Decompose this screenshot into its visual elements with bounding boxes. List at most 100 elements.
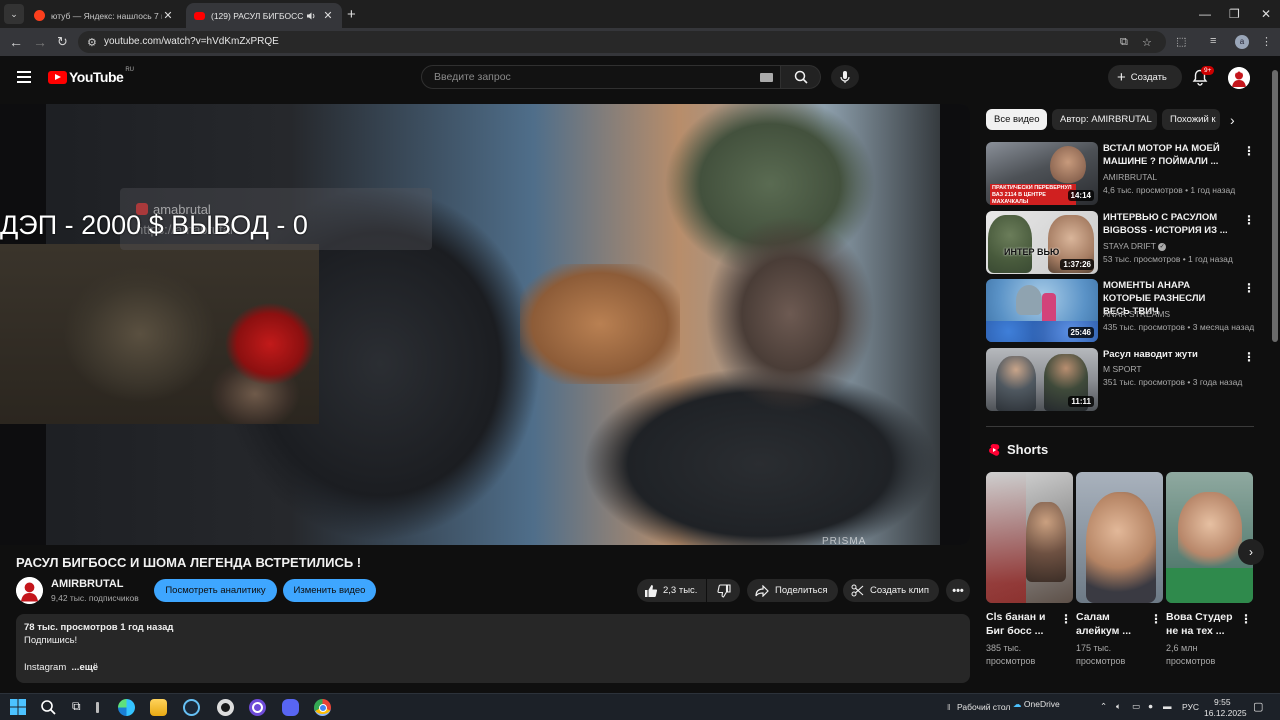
site-info-icon[interactable]: ⚙ (87, 36, 97, 49)
create-clip-button[interactable]: Создать клип (843, 579, 939, 602)
speaker-icon[interactable]: 🔈︎ (1116, 701, 1121, 712)
short-item[interactable]: Салам алейкум ... 175 тыс. просмотров ⋮ (1076, 472, 1163, 666)
recommendation-channel[interactable]: ANAR STREAMS (1103, 309, 1170, 319)
short-title[interactable]: Cls банан и Биг босс ... (986, 610, 1056, 638)
clock-time[interactable]: 9:55 (1214, 697, 1231, 707)
browser-profile-avatar[interactable]: a (1235, 35, 1249, 49)
close-tab-icon[interactable]: ✕ (162, 9, 174, 22)
short-thumbnail[interactable] (986, 472, 1073, 603)
short-title[interactable]: Вова Студер не на тех ... (1166, 610, 1236, 638)
recommendation-item[interactable]: ПРАКТИЧЕСКИ ПЕРЕВЕРНУЛ ВАЗ 2114 В ЦЕНТРЕ… (986, 142, 1255, 206)
chip-related[interactable]: Похожий к (1162, 109, 1220, 130)
video-thumbnail[interactable]: ПРАКТИЧЕСКИ ПЕРЕВЕРНУЛ ВАЗ 2114 В ЦЕНТРЕ… (986, 142, 1098, 205)
short-thumbnail[interactable] (1076, 472, 1163, 603)
create-button[interactable]: + Создать (1108, 65, 1182, 89)
chrome-icon[interactable] (314, 699, 331, 716)
chip-all-videos[interactable]: Все видео (986, 109, 1047, 130)
page-scrollbar[interactable] (1270, 56, 1280, 693)
search-icon[interactable] (40, 699, 57, 716)
more-vertical-icon[interactable]: ⋮ (1243, 350, 1255, 364)
recommendation-title[interactable]: ИНТЕРВЬЮ С РАСУЛОМ BIGBOSS - ИСТОРИЯ ИЗ … (1103, 211, 1233, 237)
close-window-icon[interactable]: ✕ (1261, 7, 1271, 21)
restore-icon[interactable]: ❐ (1229, 7, 1240, 21)
show-more-link[interactable]: ...ещё (72, 662, 99, 673)
voice-search-button[interactable] (831, 65, 859, 89)
clock-date[interactable]: 16.12.2025 (1204, 708, 1247, 718)
channel-name[interactable]: AMIRBRUTAL (51, 578, 124, 590)
recommendation-item[interactable]: 25:46 МОМЕНТЫ АНАРА КОТОРЫЕ РАЗНЕСЛИ ВЕС… (986, 279, 1255, 343)
description-box[interactable]: 78 тыс. просмотров 1 год назад Подпишись… (16, 614, 970, 683)
account-avatar[interactable] (1228, 67, 1250, 89)
recommendation-item[interactable]: 11:11 Расул наводит жути M SPORT 351 тыс… (986, 348, 1255, 412)
short-item[interactable]: Cls банан и Биг босс ... 385 тыс. просмо… (986, 472, 1073, 666)
like-button[interactable]: 2,3 тыс. (637, 579, 706, 602)
language-indicator[interactable]: РУС (1182, 702, 1199, 712)
more-actions-button[interactable]: ••• (946, 579, 970, 602)
recommendation-title[interactable]: Расул наводит жути (1103, 348, 1233, 361)
more-vertical-icon[interactable]: ⋮ (1150, 612, 1162, 626)
tray-overflow-chevron-icon[interactable]: ⌃ (1100, 701, 1107, 712)
keyboard-icon[interactable] (760, 73, 773, 82)
more-vertical-icon[interactable]: ⋮ (1060, 612, 1072, 626)
recommendation-channel[interactable]: M SPORT (1103, 364, 1142, 374)
reading-list-icon[interactable]: ≡ (1210, 35, 1216, 47)
scrollbar-thumb[interactable] (1272, 70, 1278, 342)
more-vertical-icon[interactable]: ⋮ (1243, 281, 1255, 295)
new-tab-button[interactable]: + (347, 6, 356, 23)
video-player[interactable]: amabrutal https://amabrutal ДЭП - 2000 $… (0, 104, 970, 545)
browser-tab-youtube[interactable]: (129) РАСУЛ БИГБОСС И ШОМ ✕ (186, 3, 342, 28)
network-icon[interactable]: ▬ (1163, 701, 1172, 711)
onedrive-tray[interactable]: ☁ OneDrive (1013, 699, 1060, 710)
browser-tab-yandex[interactable]: ютуб — Яндекс: нашлось 7 млн ✕ (26, 3, 182, 28)
extensions-icon[interactable]: ⬚ (1176, 35, 1186, 48)
tab-search-button[interactable]: ⌄ (4, 4, 24, 24)
recommendation-title[interactable]: ВСТАЛ МОТОР НА МОЕЙ МАШИНЕ ? ПОЙМАЛИ ... (1103, 142, 1233, 168)
address-bar[interactable]: ⚙ youtube.com/watch?v=hVdKmZxPRQE ⧉ ☆ (78, 31, 1166, 53)
search-button[interactable] (781, 65, 821, 89)
close-tab-icon[interactable]: ✕ (322, 9, 334, 22)
more-vertical-icon[interactable]: ⋮ (1243, 144, 1255, 158)
obs-icon[interactable] (249, 699, 266, 716)
back-icon[interactable]: ← (9, 34, 23, 50)
chips-next-chevron-icon[interactable]: › (1230, 112, 1235, 128)
browser-menu-icon[interactable]: ⋮ (1261, 35, 1272, 48)
file-explorer-icon[interactable] (150, 699, 167, 716)
app-icon[interactable] (217, 699, 234, 716)
video-thumbnail[interactable]: ИНТЕР ВЬЮ 1:37:26 (986, 211, 1098, 274)
forward-icon[interactable]: → (33, 34, 47, 50)
steam-icon[interactable] (183, 699, 200, 716)
short-title[interactable]: Салам алейкум ... (1076, 610, 1146, 638)
edit-video-button[interactable]: Изменить видео (283, 579, 376, 602)
search-input[interactable]: Введите запрос (421, 65, 781, 89)
shorts-next-chevron-icon[interactable]: › (1238, 539, 1264, 565)
video-thumbnail[interactable]: 25:46 (986, 279, 1098, 342)
short-thumbnail[interactable] (1166, 472, 1253, 603)
more-vertical-icon[interactable]: ⋮ (1240, 612, 1252, 626)
discord-icon[interactable] (282, 699, 299, 716)
more-vertical-icon[interactable]: ⋮ (1243, 213, 1255, 227)
chip-author[interactable]: Автор: AMIRBRUTAL (1052, 109, 1157, 130)
recommendation-channel[interactable]: STAYA DRIFT ✓ (1103, 241, 1167, 251)
video-thumbnail[interactable]: 11:11 (986, 348, 1098, 411)
youtube-logo[interactable]: YouTube RU (48, 67, 134, 85)
reload-icon[interactable]: ↻ (57, 34, 68, 50)
recommendation-item[interactable]: ИНТЕР ВЬЮ 1:37:26 ИНТЕРВЬЮ С РАСУЛОМ BIG… (986, 211, 1255, 275)
edge-browser-icon[interactable] (118, 699, 135, 716)
short-item[interactable]: Вова Студер не на тех ... 2,6 млн просмо… (1166, 472, 1253, 666)
hamburger-menu-icon[interactable] (17, 71, 31, 86)
share-button[interactable]: Поделиться (747, 579, 838, 602)
display-icon[interactable]: ▭ (1132, 701, 1140, 712)
windows-start-icon[interactable] (10, 699, 27, 716)
cast-icon[interactable]: ⧉ (1120, 36, 1128, 49)
channel-avatar[interactable] (16, 577, 43, 604)
notification-center-icon[interactable]: ▢ (1253, 700, 1263, 713)
desktop-toolbar-label[interactable]: Рабочий стол (957, 702, 1010, 712)
microphone-icon[interactable]: ● (1148, 701, 1153, 711)
task-view-icon[interactable]: ⧉ (72, 699, 89, 716)
audio-playing-icon[interactable] (306, 11, 316, 21)
minimize-icon[interactable]: — (1199, 7, 1211, 21)
dislike-button[interactable] (707, 579, 740, 602)
view-analytics-button[interactable]: Посмотреть аналитику (154, 579, 277, 602)
recommendation-channel[interactable]: AMIRBRUTAL (1103, 172, 1157, 182)
bookmark-star-icon[interactable]: ☆ (1142, 36, 1152, 49)
